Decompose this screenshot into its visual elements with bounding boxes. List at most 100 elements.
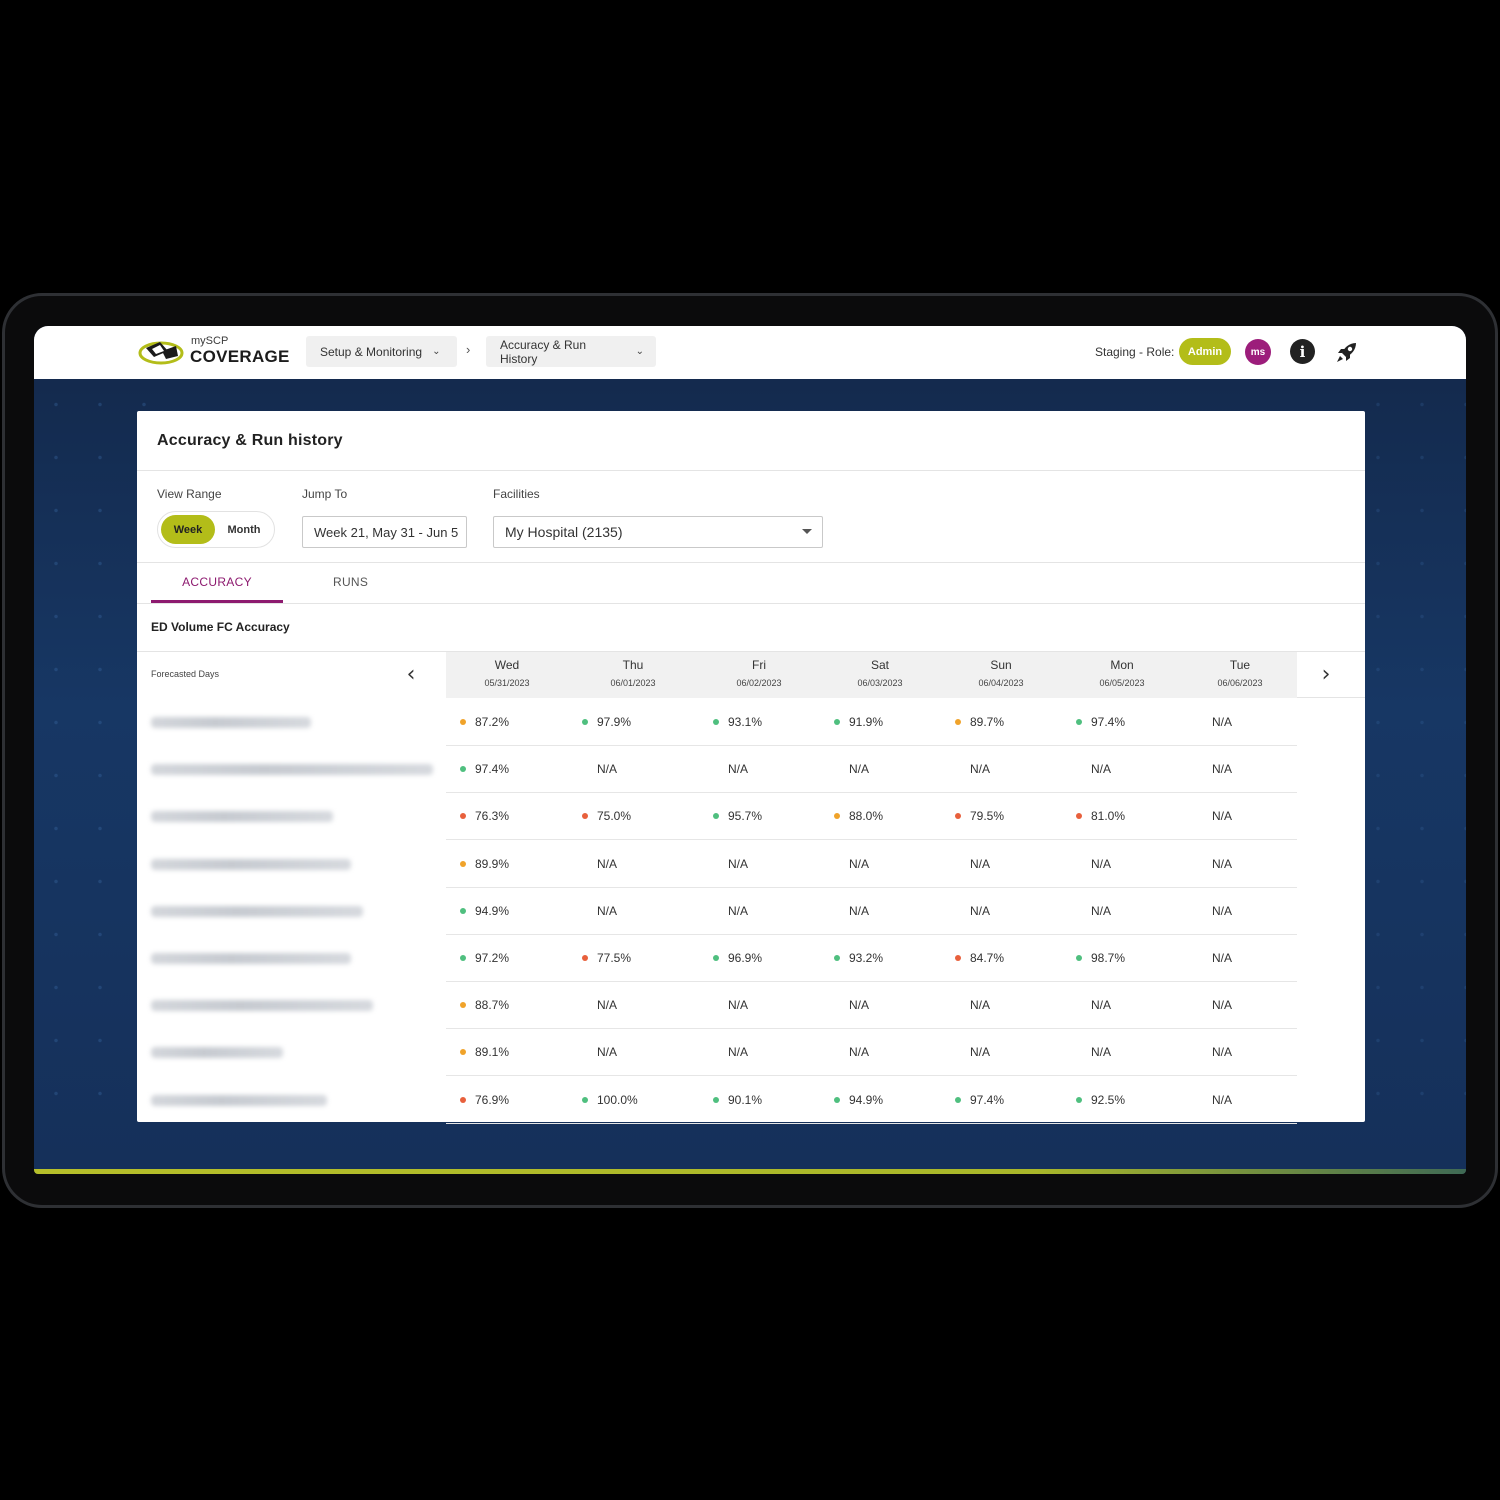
accuracy-cell: N/A — [849, 998, 869, 1012]
accuracy-cell: N/A — [1212, 1093, 1232, 1107]
status-dot — [834, 719, 840, 725]
accuracy-cell: 100.0% — [582, 1093, 638, 1107]
accuracy-value: N/A — [1212, 1092, 1233, 1107]
jump-to-week-picker[interactable]: Week 21, May 31 - Jun 5 — [302, 516, 467, 548]
filters-divider — [137, 562, 1365, 563]
logo-product-name: COVERAGE — [190, 347, 290, 366]
accuracy-cell: N/A — [597, 857, 617, 871]
day-date: 06/03/2023 — [857, 678, 903, 688]
view-range-month-button[interactable]: Month — [218, 515, 270, 544]
accuracy-value: N/A — [1212, 762, 1233, 777]
table-row: 97.2% 77.5% 96.9% 93.2% 84.7% 98.7% N/A — [137, 935, 1297, 982]
accuracy-cell: N/A — [597, 998, 617, 1012]
forecasted-day-label-redacted — [151, 953, 351, 964]
role-badge[interactable]: Admin — [1179, 338, 1231, 365]
chevron-left-icon[interactable]: ‹ — [399, 662, 423, 687]
chevron-down-icon: ⌄ — [432, 346, 441, 357]
bottom-accent-bar — [34, 1169, 1466, 1174]
accuracy-value: 100.0% — [597, 1092, 638, 1107]
accuracy-cell: 97.9% — [582, 715, 631, 729]
view-range-week-button[interactable]: Week — [161, 515, 215, 544]
day-name: Sat — [870, 658, 889, 672]
day-header-fri: Fri 06/02/2023 — [704, 658, 814, 688]
accuracy-cell: N/A — [597, 904, 617, 918]
top-navigation: mySCP COVERAGE Setup & Monitoring ⌄ › Ac… — [34, 326, 1466, 379]
user-avatar[interactable]: ms — [1245, 339, 1271, 365]
tabs-divider — [137, 603, 1365, 604]
accuracy-cell: 89.9% — [460, 857, 509, 871]
day-header-wed: Wed 05/31/2023 — [452, 658, 562, 688]
tab-accuracy[interactable]: ACCURACY — [151, 575, 283, 589]
status-dot — [1076, 813, 1082, 820]
status-dot — [955, 719, 961, 725]
accuracy-cell: N/A — [728, 1045, 748, 1059]
day-header-strip: Wed 05/31/2023 Thu 06/01/2023 Fri 06/02/2023 S… — [446, 652, 1297, 698]
accuracy-value: 97.4% — [1091, 715, 1126, 729]
accuracy-value: 87.2% — [475, 715, 510, 729]
accuracy-cell: 97.4% — [460, 762, 509, 776]
status-dot — [460, 766, 466, 773]
status-dot — [955, 813, 961, 820]
info-icon[interactable]: i — [1290, 339, 1315, 364]
chevron-right-icon[interactable]: › — [1314, 662, 1338, 687]
accuracy-value: 97.9% — [597, 715, 632, 729]
day-name: Thu — [622, 658, 644, 672]
accuracy-value: N/A — [970, 762, 991, 777]
accuracy-cell: 81.0% — [1076, 809, 1125, 823]
accuracy-cell: N/A — [849, 857, 869, 871]
table-row: 89.9% N/A N/A N/A N/A N/A N/A — [137, 841, 1297, 888]
accuracy-cell: N/A — [1212, 1045, 1232, 1059]
accuracy-value: 97.2% — [475, 951, 510, 965]
accuracy-cell: N/A — [1212, 715, 1232, 729]
accuracy-value: N/A — [728, 1045, 749, 1060]
breadcrumb-accuracy-run-history[interactable]: Accuracy & Run History ⌄ — [486, 336, 656, 367]
day-date: 06/04/2023 — [978, 678, 1024, 688]
status-dot — [713, 1096, 719, 1103]
accuracy-cell: N/A — [1091, 762, 1111, 776]
accuracy-cell: 97.4% — [955, 1093, 1004, 1107]
status-dot — [582, 955, 588, 961]
logo-small-text: mySCP — [191, 335, 229, 347]
rocket-icon[interactable] — [1334, 339, 1360, 365]
table-header: Forecasted Days ‹ Wed 05/31/2023 Thu 06/01/… — [137, 651, 1365, 698]
day-name: Tue — [1229, 658, 1251, 672]
accuracy-cell: 95.7% — [713, 809, 762, 823]
breadcrumb-label: Accuracy & Run History — [500, 337, 587, 366]
chevron-down-icon: ⌄ — [635, 346, 644, 357]
accuracy-value: N/A — [1091, 856, 1112, 871]
accuracy-cell: N/A — [970, 857, 990, 871]
status-dot — [460, 860, 466, 867]
accuracy-cell: 89.1% — [460, 1045, 509, 1059]
accuracy-value: 93.2% — [849, 951, 884, 965]
accuracy-value: 76.9% — [475, 1092, 510, 1107]
day-header-tue: Tue 06/06/2023 — [1185, 658, 1295, 688]
tab-runs[interactable]: RUNS — [333, 575, 368, 589]
accuracy-value: 90.1% — [728, 1092, 763, 1107]
table-row: 97.4% N/A N/A N/A N/A N/A N/A — [137, 746, 1297, 794]
accuracy-cell: 94.9% — [460, 904, 509, 918]
accuracy-cell: 76.9% — [460, 1093, 509, 1107]
breadcrumb-setup-monitoring[interactable]: Setup & Monitoring ⌄ — [306, 336, 457, 367]
facilities-select[interactable]: My Hospital (2135) — [493, 516, 823, 548]
accuracy-cell: N/A — [970, 1045, 990, 1059]
accuracy-value: N/A — [728, 998, 749, 1013]
accuracy-cell: N/A — [1212, 998, 1232, 1012]
status-dot — [460, 719, 466, 725]
accuracy-cell: 97.4% — [1076, 715, 1125, 729]
table-row: 88.7% N/A N/A N/A N/A N/A N/A — [137, 982, 1297, 1030]
accuracy-cell: N/A — [1091, 1045, 1111, 1059]
accuracy-cell: 93.2% — [834, 951, 883, 965]
accuracy-value: N/A — [1091, 1045, 1112, 1060]
accuracy-value: 94.9% — [475, 903, 510, 918]
accuracy-cell: N/A — [970, 998, 990, 1012]
accuracy-cell: N/A — [970, 904, 990, 918]
accuracy-value: N/A — [1091, 998, 1112, 1013]
accuracy-cell: 94.9% — [834, 1093, 883, 1107]
accuracy-value: N/A — [849, 998, 870, 1013]
accuracy-value: N/A — [1212, 903, 1233, 918]
forecasted-days-label: Forecasted Days — [151, 669, 220, 679]
accuracy-value: N/A — [1212, 715, 1233, 729]
day-date: 06/01/2023 — [610, 678, 656, 688]
forecasted-day-label-redacted — [151, 1047, 283, 1059]
app-logo[interactable]: mySCP COVERAGE — [138, 335, 290, 369]
